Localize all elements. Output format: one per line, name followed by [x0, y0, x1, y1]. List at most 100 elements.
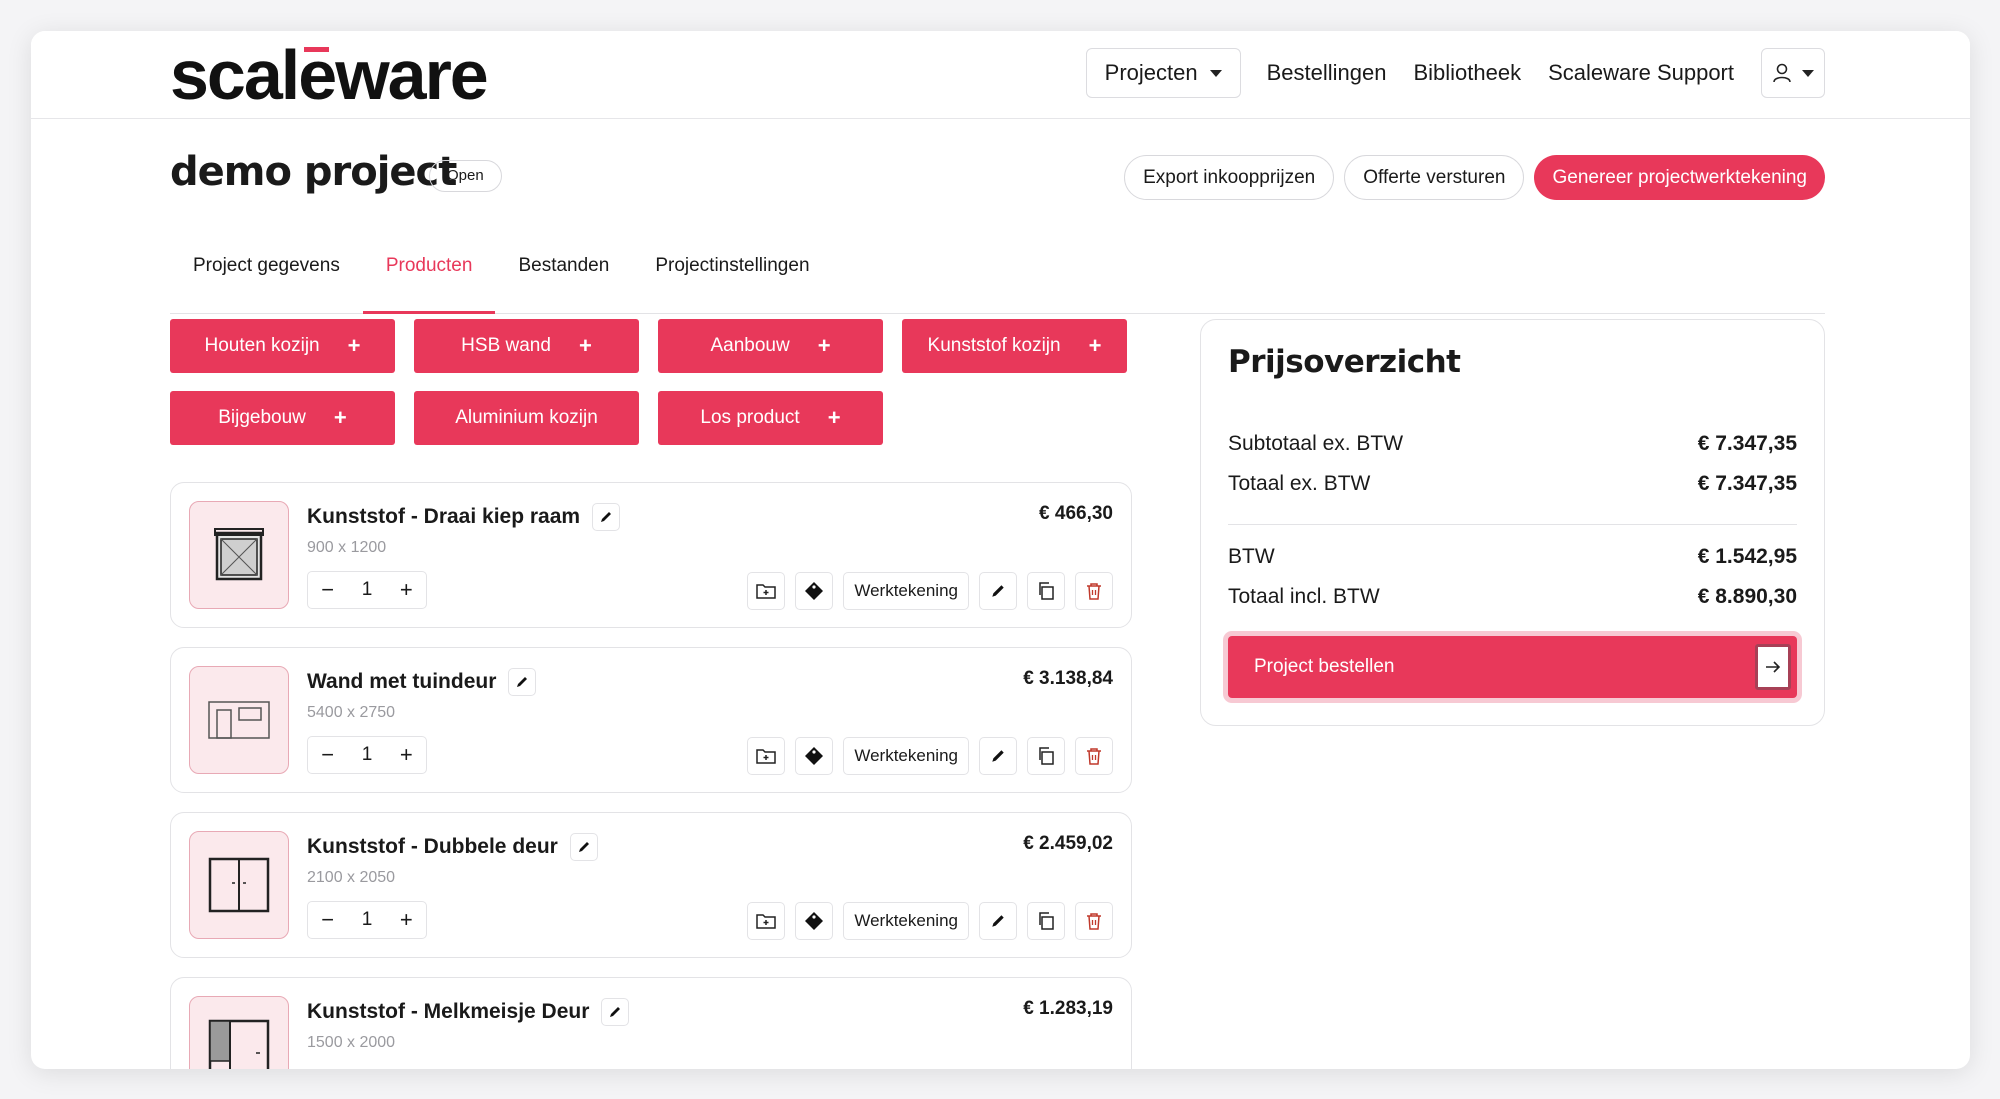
product-thumbnail — [189, 831, 289, 939]
price-overview-title: Prijsoverzicht — [1228, 344, 1461, 380]
add-to-folder-button[interactable] — [747, 737, 786, 775]
nav-link-library[interactable]: Bibliotheek — [1413, 60, 1521, 86]
product-name: Wand met tuindeur — [307, 670, 497, 693]
price-tag-button[interactable] — [795, 737, 834, 775]
plus-icon: + — [827, 405, 841, 430]
product-dimensions: 1500 x 2000 — [307, 1034, 396, 1051]
wall-icon — [208, 701, 270, 739]
tag-icon — [805, 912, 824, 930]
tab-files[interactable]: Bestanden — [495, 236, 632, 314]
user-icon — [1773, 63, 1791, 83]
add-aluminium-kozijn-button[interactable]: Aluminium kozijn — [414, 391, 639, 445]
total-incl-vat-value: € 8.890,30 — [1697, 585, 1797, 608]
add-to-folder-button[interactable] — [747, 572, 786, 610]
quantity-value[interactable]: 1 — [347, 909, 386, 931]
card-actions: Werktekening — [747, 572, 1113, 610]
tab-products[interactable]: Producten — [362, 236, 496, 314]
add-hsb-wand-button[interactable]: HSB wand + — [414, 319, 639, 373]
werktekening-button[interactable]: Werktekening — [843, 572, 969, 610]
product-name-row: Kunststof - Dubbele deur — [307, 833, 598, 861]
projects-dropdown-label: Projecten — [1104, 60, 1198, 85]
duplicate-button[interactable] — [1027, 572, 1065, 610]
product-name-row: Kunststof - Melkmeisje Deur — [307, 998, 630, 1026]
main-nav: Projecten Bestellingen Bibliotheek Scale… — [1085, 48, 1825, 98]
add-kunststof-kozijn-button[interactable]: Kunststof kozijn + — [902, 319, 1127, 373]
add-los-product-button[interactable]: Los product + — [658, 391, 883, 445]
edit-name-button[interactable] — [508, 668, 537, 696]
product-name-row: Wand met tuindeur — [307, 668, 537, 696]
subtotal-row: Subtotaal ex. BTW € 7.347,35 — [1228, 432, 1797, 456]
order-project-button[interactable]: Project bestellen — [1228, 636, 1797, 698]
tab-project-details[interactable]: Project gegevens — [170, 236, 363, 314]
edit-name-button[interactable] — [592, 503, 621, 531]
edit-product-button[interactable] — [979, 737, 1017, 775]
quantity-value[interactable]: 1 — [347, 579, 386, 601]
delete-button[interactable] — [1075, 902, 1113, 940]
duplicate-button[interactable] — [1027, 737, 1065, 775]
stable-door-icon — [208, 1019, 270, 1069]
add-houten-kozijn-button[interactable]: Houten kozijn + — [170, 319, 395, 373]
price-tag-button[interactable] — [795, 902, 834, 940]
user-menu-button[interactable] — [1761, 48, 1825, 98]
page-title: demo project — [170, 149, 457, 195]
trash-icon — [1087, 583, 1101, 600]
edit-name-button[interactable] — [569, 833, 598, 861]
duplicate-button[interactable] — [1027, 902, 1065, 940]
total-ex-vat-row: Totaal ex. BTW € 7.347,35 — [1228, 472, 1797, 496]
product-dimensions: 5400 x 2750 — [307, 704, 396, 721]
order-project-label: Project bestellen — [1254, 656, 1395, 677]
product-thumbnail — [189, 666, 289, 774]
nav-link-orders[interactable]: Bestellingen — [1267, 60, 1387, 86]
header-actions: Export inkoopprijzen Offerte versturen G… — [1124, 155, 1825, 200]
add-aanbouw-button[interactable]: Aanbouw + — [658, 319, 883, 373]
caret-down-icon — [1802, 69, 1814, 77]
werktekening-button[interactable]: Werktekening — [843, 737, 969, 775]
total-incl-vat-label: Totaal incl. BTW — [1228, 585, 1380, 608]
add-to-folder-button[interactable] — [747, 902, 786, 940]
projects-dropdown[interactable]: Projecten — [1085, 48, 1241, 98]
product-thumbnail — [189, 996, 289, 1069]
edit-product-button[interactable] — [979, 572, 1017, 610]
quantity-value[interactable]: 1 — [347, 744, 386, 766]
product-price: € 2.459,02 — [1023, 833, 1113, 854]
tag-icon — [805, 582, 824, 600]
increment-button[interactable]: + — [387, 577, 426, 603]
increment-button[interactable]: + — [387, 907, 426, 933]
copy-icon — [1039, 582, 1054, 600]
send-quote-button[interactable]: Offerte versturen — [1344, 155, 1525, 200]
product-price: € 1.283,19 — [1023, 998, 1113, 1019]
product-dimensions: 900 x 1200 — [307, 539, 387, 556]
app-window: scaleware Projecten Bestellingen Bibliot… — [31, 31, 1970, 1069]
product-name: Kunststof - Dubbele deur — [307, 835, 558, 858]
edit-product-button[interactable] — [979, 902, 1017, 940]
decrement-button[interactable]: − — [308, 742, 347, 768]
nav-link-support[interactable]: Scaleware Support — [1548, 60, 1734, 86]
generate-drawing-button[interactable]: Genereer projectwerktekening — [1534, 155, 1825, 200]
increment-button[interactable]: + — [387, 742, 426, 768]
delete-button[interactable] — [1075, 737, 1113, 775]
add-bijgebouw-button[interactable]: Bijgebouw + — [170, 391, 395, 445]
add-button-label: HSB wand — [461, 335, 551, 356]
price-tag-button[interactable] — [795, 572, 834, 610]
vat-value: € 1.542,95 — [1697, 545, 1797, 568]
folder-plus-icon — [756, 914, 777, 929]
werktekening-button[interactable]: Werktekening — [843, 902, 969, 940]
pencil-icon — [992, 750, 1004, 762]
scaleware-logo[interactable]: scaleware — [170, 35, 489, 115]
delete-button[interactable] — [1075, 572, 1113, 610]
quantity-stepper: − 1 + — [307, 736, 427, 774]
decrement-button[interactable]: − — [308, 907, 347, 933]
plus-icon: + — [333, 405, 347, 430]
add-button-label: Bijgebouw — [218, 407, 306, 428]
double-door-icon — [208, 857, 270, 913]
top-navbar: scaleware Projecten Bestellingen Bibliot… — [31, 31, 1970, 119]
tab-project-settings[interactable]: Projectinstellingen — [632, 236, 832, 314]
export-purchase-prices-button[interactable]: Export inkoopprijzen — [1124, 155, 1335, 200]
project-tabs: Project gegevens Producten Bestanden Pro… — [170, 236, 1825, 314]
copy-icon — [1039, 912, 1054, 930]
decrement-button[interactable]: − — [308, 577, 347, 603]
vat-label: BTW — [1228, 545, 1275, 568]
product-price: € 466,30 — [1039, 503, 1113, 524]
arrow-right-icon — [1755, 644, 1791, 690]
edit-name-button[interactable] — [601, 998, 630, 1026]
